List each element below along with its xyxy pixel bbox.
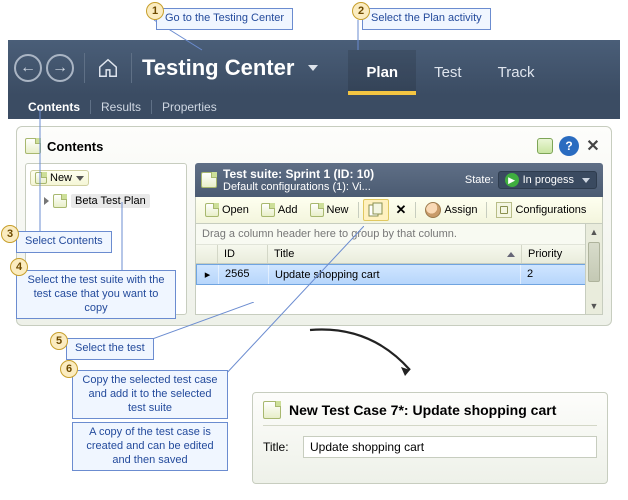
chevron-down-icon bbox=[76, 176, 84, 181]
close-button[interactable]: ✕ bbox=[583, 136, 603, 156]
assign-icon bbox=[425, 202, 441, 218]
ribbon: ← → Testing Center Plan Test Track bbox=[8, 40, 620, 95]
suite-title: Test suite: Sprint 1 (ID: 10) bbox=[223, 167, 465, 181]
app-title-dropdown-icon[interactable] bbox=[308, 65, 318, 71]
row-handle-header[interactable] bbox=[196, 245, 218, 263]
suite-icon bbox=[201, 172, 217, 188]
tree-item-label: Beta Test Plan bbox=[71, 194, 150, 208]
scroll-up-icon[interactable]: ▲ bbox=[586, 224, 602, 240]
state-dropdown[interactable]: ▶ In progess bbox=[498, 171, 597, 189]
tab-plan[interactable]: Plan bbox=[348, 50, 416, 95]
col-id[interactable]: ID bbox=[218, 245, 268, 263]
new-icon bbox=[310, 203, 324, 217]
new-test-case-heading: New Test Case 7*: Update shopping cart bbox=[289, 402, 556, 418]
suite-header: Test suite: Sprint 1 (ID: 10) Default co… bbox=[195, 163, 603, 197]
main-tab-strip: Plan Test Track bbox=[348, 40, 552, 95]
cell-title: Update shopping cart bbox=[269, 265, 521, 284]
refresh-button[interactable] bbox=[535, 136, 555, 156]
subtab-contents[interactable]: Contents bbox=[18, 96, 90, 118]
grid-row-selected[interactable]: ▸ 2565 Update shopping cart 2 bbox=[196, 264, 602, 285]
scroll-down-icon[interactable]: ▼ bbox=[586, 298, 602, 314]
step-badge-5: 5 bbox=[50, 332, 68, 350]
test-case-grid: Drag a column header here to group by th… bbox=[195, 224, 603, 315]
contents-icon bbox=[25, 138, 41, 154]
divider bbox=[131, 53, 132, 83]
title-input[interactable]: Update shopping cart bbox=[303, 436, 597, 458]
sub-tab-strip: Contents Results Properties bbox=[8, 95, 620, 119]
step-badge-2: 2 bbox=[352, 2, 370, 20]
scroll-thumb[interactable] bbox=[588, 242, 600, 282]
flow-arrow-icon bbox=[300, 320, 430, 390]
step-badge-6: 6 bbox=[60, 360, 78, 378]
sort-asc-icon bbox=[507, 252, 515, 257]
open-icon bbox=[205, 203, 219, 217]
step-badge-4: 4 bbox=[10, 258, 28, 276]
subtab-results[interactable]: Results bbox=[91, 96, 151, 118]
callout-2: Select the Plan activity bbox=[362, 8, 491, 30]
row-selector[interactable]: ▸ bbox=[197, 265, 219, 284]
copy-button[interactable] bbox=[363, 199, 389, 221]
tab-track[interactable]: Track bbox=[480, 50, 553, 95]
subtab-properties[interactable]: Properties bbox=[152, 96, 227, 118]
delete-button[interactable]: ✕ bbox=[391, 199, 412, 221]
tree-new-label: New bbox=[50, 172, 72, 184]
col-title[interactable]: Title bbox=[268, 245, 522, 263]
step-badge-3: 3 bbox=[1, 225, 19, 243]
delete-icon: ✕ bbox=[396, 202, 407, 218]
assign-button[interactable]: Assign bbox=[420, 199, 482, 221]
suite-subtitle: Default configurations (1): Vi... bbox=[223, 181, 465, 193]
add-icon bbox=[261, 203, 275, 217]
forward-button[interactable]: → bbox=[46, 54, 74, 82]
tree-new-button[interactable]: New bbox=[30, 170, 89, 186]
callout-7: A copy of the test case is created and c… bbox=[72, 422, 228, 471]
new-icon bbox=[35, 172, 47, 184]
state-value: In progess bbox=[523, 174, 574, 186]
callout-6: Copy the selected test case and add it t… bbox=[72, 370, 228, 419]
cell-id: 2565 bbox=[219, 265, 269, 284]
tab-test[interactable]: Test bbox=[416, 50, 480, 95]
back-button[interactable]: ← bbox=[14, 54, 42, 82]
play-icon: ▶ bbox=[505, 173, 519, 187]
callout-4: Select the test suite with the test case… bbox=[16, 270, 176, 319]
grid-header: ID Title Priority bbox=[196, 245, 602, 264]
copy-icon bbox=[368, 202, 384, 218]
callout-3: Select Contents bbox=[16, 231, 112, 253]
panel-title: Contents bbox=[47, 139, 531, 154]
configurations-button[interactable]: Configurations bbox=[491, 199, 591, 221]
open-button[interactable]: Open bbox=[200, 200, 254, 220]
add-button[interactable]: Add bbox=[256, 200, 303, 220]
title-label: Title: bbox=[263, 440, 303, 454]
plan-icon bbox=[53, 194, 67, 208]
home-button[interactable] bbox=[95, 55, 121, 81]
step-badge-1: 1 bbox=[146, 2, 164, 20]
group-hint[interactable]: Drag a column header here to group by th… bbox=[196, 224, 602, 245]
tree-item-beta-test-plan[interactable]: Beta Test Plan bbox=[30, 192, 182, 210]
test-case-icon bbox=[263, 401, 281, 419]
config-icon bbox=[496, 202, 512, 218]
callout-1: Go to the Testing Center bbox=[156, 8, 293, 30]
suite-grid-area: Test suite: Sprint 1 (ID: 10) Default co… bbox=[195, 163, 603, 315]
refresh-icon bbox=[537, 138, 553, 154]
divider bbox=[84, 53, 85, 83]
tree-expand-icon[interactable] bbox=[44, 197, 49, 205]
help-button[interactable]: ? bbox=[559, 136, 579, 156]
new-button[interactable]: New bbox=[305, 200, 354, 220]
chevron-down-icon bbox=[582, 178, 590, 183]
grid-toolbar: Open Add New ✕ Assign Configurations bbox=[195, 197, 603, 224]
vertical-scrollbar[interactable]: ▲ ▼ bbox=[585, 224, 602, 314]
new-test-case-panel: New Test Case 7*: Update shopping cart T… bbox=[252, 392, 608, 484]
panel-header: Contents ? ✕ bbox=[25, 133, 603, 159]
state-label: State: bbox=[465, 174, 494, 186]
app-title[interactable]: Testing Center bbox=[142, 55, 294, 81]
callout-5: Select the test bbox=[66, 338, 154, 360]
